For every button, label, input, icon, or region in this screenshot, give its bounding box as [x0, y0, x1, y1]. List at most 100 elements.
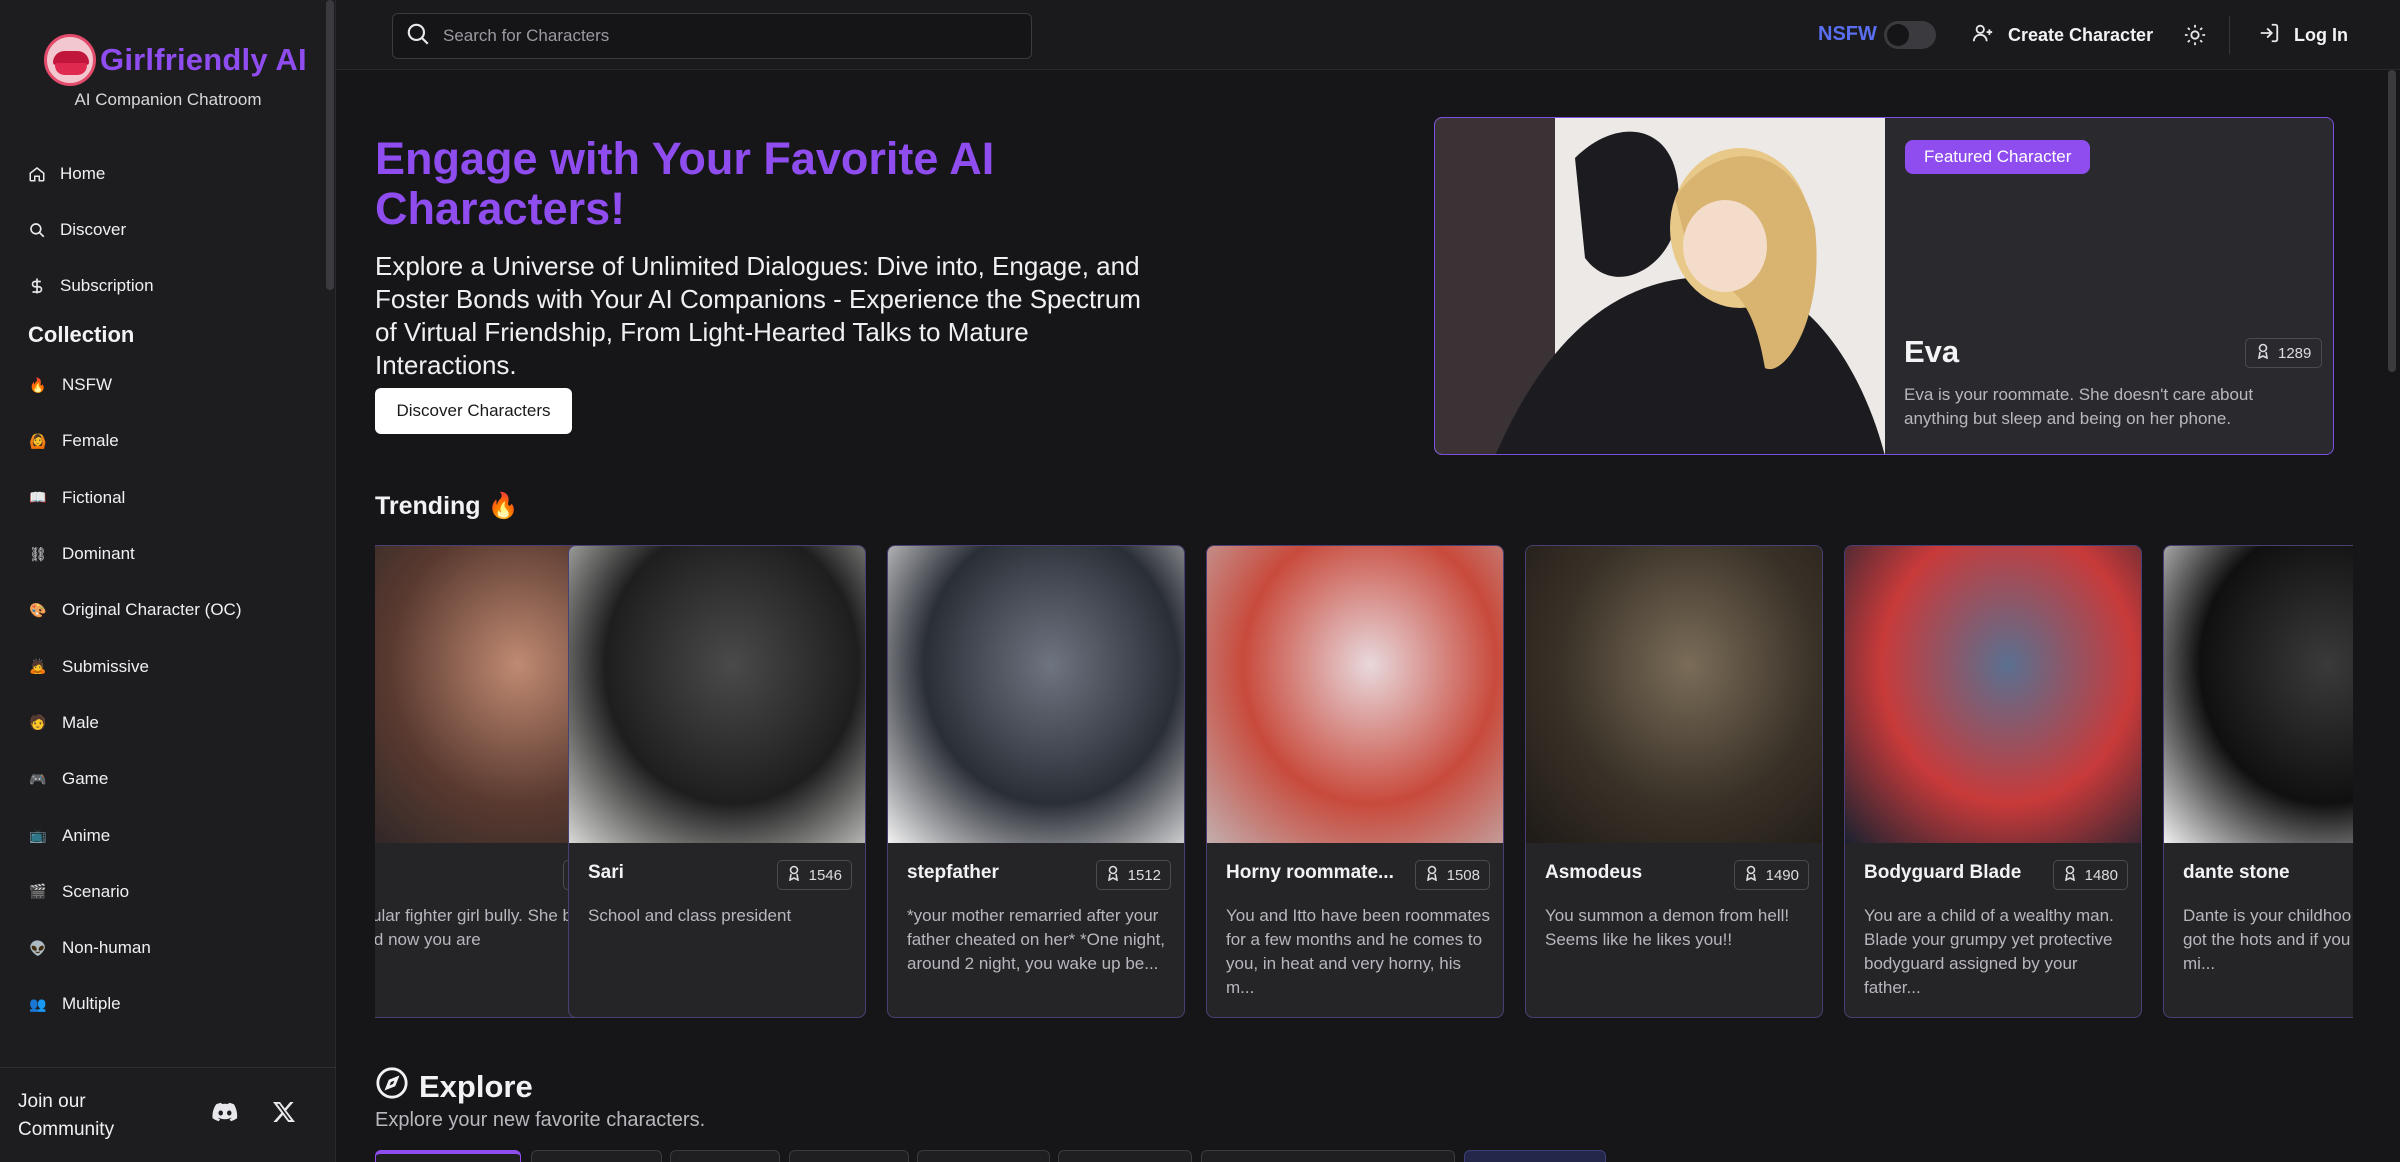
sidebar: Girlfriendly AI AI Companion Chatroom Ho…	[0, 0, 336, 1162]
collection-emoji-icon: 🙆	[29, 432, 47, 449]
character-card-description: You summon a demon from hell! Seems like…	[1545, 906, 1790, 949]
login-label: Log In	[2294, 24, 2348, 45]
collection-item-label: Male	[62, 712, 99, 732]
collection-item-female[interactable]: 🙆 Female	[28, 413, 242, 469]
explore-tab[interactable]	[1464, 1150, 1606, 1162]
character-card-name: stepfather	[907, 862, 999, 883]
app-root: Girlfriendly AI AI Companion Chatroom Ho…	[0, 0, 2400, 1162]
collection-item-label: Submissive	[62, 656, 149, 676]
login-button[interactable]: Log In	[2258, 16, 2348, 54]
collection-item-label: NSFW	[62, 375, 113, 395]
collection-item-label: Anime	[62, 825, 111, 845]
character-count-value: 1508	[1446, 866, 1480, 884]
collection-item-dominant[interactable]: ⛓ Dominant	[28, 526, 242, 582]
featured-character-card[interactable]: Featured Character Eva 1289 Eva is your …	[1434, 117, 2334, 455]
collection-item-label: Multiple	[62, 994, 121, 1014]
explore-tab[interactable]	[670, 1150, 780, 1162]
collection-item-game[interactable]: 🎮 Game	[28, 751, 242, 807]
trending-title: Trending 🔥	[375, 492, 519, 520]
nav-discover[interactable]: Discover	[28, 202, 154, 258]
character-card[interactable]: Asmodeus 1490 You summon a demon from hell…	[1525, 545, 1823, 1018]
collection-item-non-human[interactable]: 👽 Non-human	[28, 920, 242, 976]
collection-item-submissive[interactable]: 🙇 Submissive	[28, 638, 242, 694]
character-card-name: Horny roommate...	[1226, 862, 1394, 883]
login-icon	[2258, 22, 2280, 49]
collection-item-nsfw[interactable]: 🔥 NSFW	[28, 357, 242, 413]
user-icon	[1425, 865, 1439, 885]
collection-item-multiple[interactable]: 👥 Multiple	[28, 976, 242, 1032]
explore-heading: Explore	[375, 1066, 533, 1108]
featured-character-image	[1435, 118, 1885, 454]
character-card[interactable]: dante stone Dante is your childhoo He's a…	[2163, 545, 2353, 1018]
brand-name: Girlfriendly AI	[100, 42, 307, 77]
user-icon	[787, 865, 801, 885]
collection-emoji-icon: 🙇	[29, 658, 47, 675]
collection-item-original-character-oc[interactable]: 🎨 Original Character (OC)	[28, 582, 242, 638]
user-plus-icon	[1972, 22, 1994, 49]
nav-label: Home	[60, 164, 106, 183]
character-card-image	[569, 546, 865, 843]
brand-subtitle: AI Companion Chatroom	[74, 90, 262, 109]
collection-emoji-icon: 🎬	[29, 883, 47, 900]
search-box[interactable]	[392, 13, 1032, 59]
collection-item-male[interactable]: 🧑 Male	[28, 695, 242, 751]
character-card-image	[888, 546, 1184, 843]
x-twitter-icon[interactable]	[272, 1100, 296, 1129]
character-count-value: 1546	[808, 866, 842, 884]
character-card-image	[2164, 546, 2353, 843]
character-card-image	[1526, 546, 1822, 843]
character-chat-count: 1508	[1414, 860, 1490, 890]
search-input[interactable]	[443, 26, 1003, 46]
character-card[interactable]: stepfather 1512 *your mother remarried aft…	[887, 545, 1185, 1018]
discord-icon[interactable]	[212, 1102, 238, 1127]
character-card[interactable]: Sari 1546 School and class president	[568, 545, 866, 1018]
collection-item-scenario[interactable]: 🎬 Scenario	[28, 864, 242, 920]
collection-item-label: Non-human	[62, 938, 151, 958]
collection-item-anime[interactable]: 📺 Anime	[28, 807, 242, 863]
featured-count-value: 1289	[2278, 344, 2312, 362]
hero-description: Explore a Universe of Unlimited Dialogue…	[375, 251, 1141, 380]
nsfw-label: NSFW	[1818, 23, 1877, 45]
explore-tab[interactable]	[531, 1150, 662, 1162]
explore-tab[interactable]	[1058, 1150, 1192, 1162]
brand[interactable]: Girlfriendly AI	[44, 34, 307, 86]
nav-home[interactable]: Home	[28, 146, 154, 202]
community-footer: Join our Community	[0, 1067, 336, 1162]
sun-icon[interactable]	[2184, 24, 2206, 51]
collection-item-label: Game	[62, 769, 109, 789]
explore-tab[interactable]	[789, 1150, 909, 1162]
collection-item-label: Fictional	[62, 487, 126, 507]
search-icon	[405, 21, 431, 52]
collection-item-fictional[interactable]: 📖 Fictional	[28, 470, 242, 526]
discover-characters-button[interactable]: Discover Characters	[375, 388, 572, 434]
explore-tab[interactable]	[917, 1150, 1050, 1162]
character-card[interactable]: Bodyguard Blade 1480 You are a child of a …	[1844, 545, 2142, 1018]
main-nav: Home Discover Subscription	[28, 146, 154, 314]
explore-subtitle: Explore your new favorite characters.	[375, 1109, 706, 1131]
sidebar-scrollbar[interactable]	[326, 0, 334, 290]
character-card-image	[1207, 546, 1503, 843]
character-chat-count: 1480	[2052, 860, 2128, 890]
explore-tab[interactable]	[375, 1150, 521, 1162]
create-character-button[interactable]: Create Character	[1972, 16, 2153, 54]
trending-carousel[interactable]: 1347scular fighter girl bully. She beat …	[375, 545, 2353, 1018]
character-count-value: 1512	[1127, 866, 1161, 884]
collection-emoji-icon: 👥	[29, 995, 47, 1012]
nsfw-toggle[interactable]	[1884, 21, 1936, 49]
character-card[interactable]: Horny roommate... 1508 You and Itto have b…	[1206, 545, 1504, 1018]
explore-tab[interactable]	[1201, 1150, 1455, 1162]
user-icon	[1106, 865, 1120, 885]
main-scrollbar[interactable]	[2388, 70, 2396, 372]
collection-emoji-icon: ⛓	[29, 545, 47, 562]
toggle-knob	[1887, 24, 1909, 46]
user-icon	[2256, 343, 2270, 363]
create-character-label: Create Character	[2008, 24, 2154, 45]
character-card-name: Asmodeus	[1545, 862, 1643, 883]
character-count-value: 1480	[2084, 866, 2118, 884]
collection-item-label: Original Character (OC)	[62, 600, 242, 620]
character-card-description: School and class president	[588, 906, 792, 925]
nav-subscription[interactable]: Subscription	[28, 258, 154, 314]
topbar: NSFW Create Character Log In	[336, 0, 2400, 70]
collection-emoji-icon: 🎨	[29, 601, 47, 618]
character-card-image	[1845, 546, 2141, 843]
